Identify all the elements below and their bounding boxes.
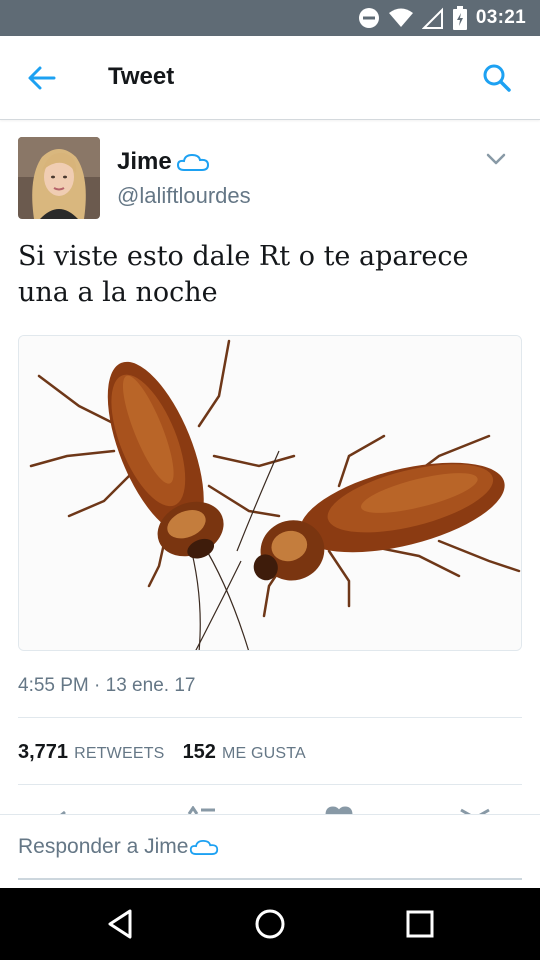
app-header: Tweet xyxy=(0,36,540,120)
cell-signal-icon xyxy=(421,7,443,29)
tweet-timestamp: 4:55 PM · 13 ene. 17 xyxy=(18,675,196,696)
nav-back-button[interactable] xyxy=(102,906,138,942)
tweet-text: Si viste esto dale Rt o te aparece una a… xyxy=(18,241,469,308)
system-nav-bar xyxy=(0,888,540,960)
likes-stat[interactable]: 152 ME GUSTA xyxy=(183,741,306,764)
reply-placeholder: Responder a Jime xyxy=(18,834,189,858)
square-recents-icon xyxy=(406,910,434,938)
do-not-disturb-icon xyxy=(358,8,379,28)
likes-count: 152 xyxy=(182,741,216,763)
nav-recents-button[interactable] xyxy=(402,906,438,942)
reply-input[interactable]: Responder a Jime xyxy=(18,815,522,880)
retweets-count: 3,771 xyxy=(18,741,69,763)
tweet-photo[interactable] xyxy=(18,335,522,651)
search-button[interactable] xyxy=(482,63,512,93)
wifi-icon xyxy=(388,8,413,27)
reply-composer: Responder a Jime xyxy=(0,814,540,888)
status-icons: 03:21 xyxy=(358,6,526,30)
tweet-options-button[interactable] xyxy=(484,151,508,167)
divider xyxy=(18,717,522,718)
cloud-icon xyxy=(190,839,219,855)
cloud-icon xyxy=(176,153,209,171)
divider xyxy=(18,784,522,785)
back-button[interactable] xyxy=(26,64,58,92)
cockroach-photo xyxy=(19,336,521,650)
likes-label: ME GUSTA xyxy=(221,745,306,762)
author-name[interactable]: Jime xyxy=(117,148,210,176)
battery-icon xyxy=(452,6,467,30)
retweets-stat[interactable]: 3,771 RETWEETS xyxy=(18,741,165,764)
nav-home-button[interactable] xyxy=(252,906,288,942)
status-bar: 03:21 xyxy=(0,0,540,36)
author-handle[interactable]: @laliftlourdes xyxy=(117,183,251,209)
chevron-down-icon xyxy=(486,153,506,165)
author-name-text: Jime xyxy=(117,148,172,175)
status-time: 03:21 xyxy=(475,7,526,28)
avatar-image xyxy=(18,137,100,219)
page-title: Tweet xyxy=(108,63,175,90)
triangle-back-icon xyxy=(108,909,132,939)
retweets-label: RETWEETS xyxy=(74,745,165,762)
tweet-stats: 3,771 RETWEETS 152 ME GUSTA xyxy=(18,741,306,764)
avatar[interactable] xyxy=(18,137,100,219)
circle-home-icon xyxy=(255,909,285,939)
arrow-left-icon xyxy=(28,66,56,90)
search-icon xyxy=(483,64,511,92)
